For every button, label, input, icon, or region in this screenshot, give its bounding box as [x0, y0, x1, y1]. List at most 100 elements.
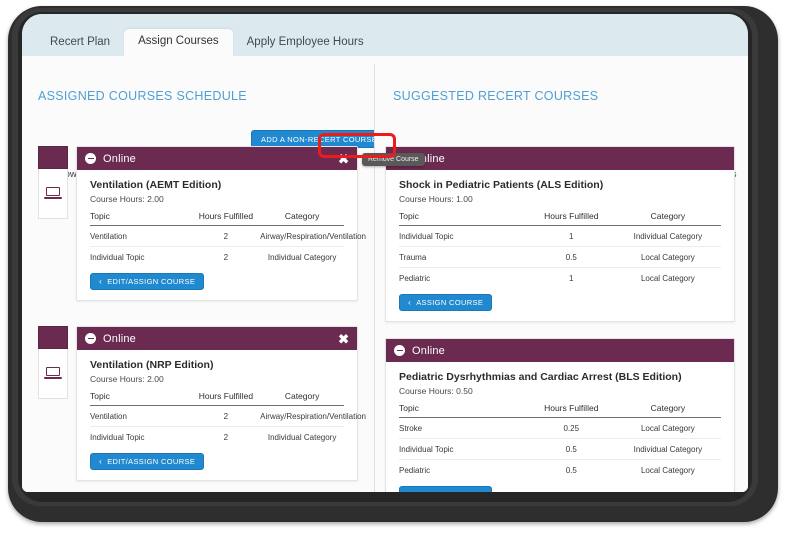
cell-topic: Ventilation — [90, 405, 192, 427]
col-hours-fulfilled: Hours Fulfilled — [527, 211, 615, 226]
cell-topic: Pediatric — [399, 274, 431, 283]
course-card: Online ✖ Ventilation (NRP Edition) Cours… — [76, 326, 366, 481]
course-card-body: Ventilation (NRP Edition) Course Hours: … — [77, 350, 366, 480]
suggested-courses-title: SUGGESTED RECERT COURSES — [393, 89, 599, 103]
collapse-minus-icon[interactable] — [394, 345, 405, 356]
cell-hours: 1 — [569, 274, 574, 283]
col-hours-fulfilled: Hours Fulfilled — [527, 403, 615, 418]
modality-rail-body — [38, 169, 68, 219]
cell-category: Airway/Respiration/Ventilation — [260, 225, 366, 247]
course-card-header: Online — [386, 339, 734, 362]
course-hours: Course Hours: 0.50 — [399, 386, 473, 396]
course-title: Ventilation (NRP Edition) — [90, 359, 214, 371]
cell-category: Individual Category — [267, 433, 337, 442]
cell-topic: Trauma — [399, 246, 528, 268]
topics-header-row: Topic Hours Fulfilled Category — [399, 211, 721, 226]
cell-topic: Pediatric — [399, 466, 431, 475]
col-category: Category — [614, 211, 721, 226]
remove-course-icon[interactable]: ✖ — [338, 152, 349, 165]
modality-rail — [38, 326, 68, 399]
cell-category: Airway/Respiration/Ventilation — [260, 405, 366, 427]
tab-bar: Recert Plan Assign Courses Apply Employe… — [22, 14, 748, 56]
cell-topic: Ventilation — [90, 225, 192, 247]
suggested-courses-pane: SUGGESTED RECERT COURSES Category: Local… — [375, 56, 748, 492]
tab-list: Recert Plan Assign Courses Apply Employe… — [36, 27, 378, 56]
topics-table: Topic Hours Fulfilled Category Ventilati… — [90, 391, 366, 448]
remove-course-tooltip: Remove Course — [362, 153, 425, 166]
tab-recert-plan[interactable]: Recert Plan — [36, 30, 124, 57]
cell-hours: 2 — [223, 433, 229, 442]
cell-hours: 0.5 — [527, 438, 615, 460]
modality-rail-header — [38, 146, 68, 169]
course-card-body: Pediatric Dysrhythmias and Cardiac Arres… — [386, 362, 734, 492]
modality-rail — [38, 146, 68, 219]
table-row: Pediatric 0.5 Local Category — [399, 460, 721, 481]
course-hours: Course Hours: 1.00 — [399, 194, 473, 204]
modality-rail-body — [38, 349, 68, 399]
cell-hours: 0.5 — [527, 246, 615, 268]
cell-hours: 2 — [223, 253, 229, 262]
course-title: Ventilation (AEMT Edition) — [90, 179, 222, 191]
assign-course-button[interactable]: ‹ ASSIGN COURSE — [399, 294, 493, 311]
collapse-minus-icon[interactable] — [85, 153, 96, 164]
edit-assign-course-button[interactable]: ‹ EDIT/ASSIGN COURSE — [90, 273, 205, 290]
cell-topic: Individual Topic — [90, 433, 145, 442]
assign-course-button[interactable]: ‹ ASSIGN COURSE — [399, 486, 493, 492]
course-card-header-title: Online — [103, 152, 136, 165]
course-hours: Course Hours: 2.00 — [90, 374, 164, 384]
cell-category: Local Category — [640, 466, 695, 475]
edit-assign-course-label: EDIT/ASSIGN COURSE — [107, 277, 196, 286]
table-row: Ventilation 2 Airway/Respiration/Ventila… — [90, 225, 366, 247]
edit-assign-course-label: EDIT/ASSIGN COURSE — [107, 457, 196, 466]
col-category: Category — [260, 211, 344, 226]
table-row: Individual Topic 2 Individual Category — [90, 427, 344, 448]
edit-assign-course-button[interactable]: ‹ EDIT/ASSIGN COURSE — [90, 453, 205, 470]
cell-topic: Individual Topic — [399, 225, 528, 247]
course-title: Pediatric Dysrhythmias and Cardiac Arres… — [399, 371, 682, 383]
chevron-left-icon: ‹ — [99, 456, 103, 467]
course-card-body: Shock in Pediatric Patients (ALS Edition… — [386, 170, 734, 321]
topics-header-row: Topic Hours Fulfilled Category — [90, 211, 344, 226]
course-card-header: Online ✖ — [77, 147, 357, 170]
tab-apply-employee-hours[interactable]: Apply Employee Hours — [233, 30, 378, 57]
laptop-icon — [44, 186, 62, 201]
topics-table: Topic Hours Fulfilled Category Ventilati… — [90, 211, 366, 268]
course-card: Online Pediatric Dysrhythmias and Cardia… — [385, 338, 735, 492]
course-title: Shock in Pediatric Patients (ALS Edition… — [399, 179, 604, 191]
cell-category: Local Category — [640, 274, 695, 283]
col-topic: Topic — [90, 211, 192, 226]
remove-course-icon[interactable]: ✖ — [338, 332, 349, 345]
cell-category: Individual Category — [267, 253, 337, 262]
cell-category: Individual Category — [614, 225, 721, 247]
collapse-minus-icon[interactable] — [85, 333, 96, 344]
cell-hours: 1 — [527, 225, 615, 247]
topics-header-row: Topic Hours Fulfilled Category — [90, 391, 344, 406]
col-topic: Topic — [90, 391, 192, 406]
cell-topic: Individual Topic — [399, 438, 528, 460]
table-row: Ventilation 2 Airway/Respiration/Ventila… — [90, 405, 366, 427]
topics-table: Topic Hours Fulfilled Category Individua… — [399, 211, 721, 288]
cell-category: Local Category — [614, 246, 721, 268]
table-row: Stroke 0.25 Local Category — [399, 417, 721, 439]
table-row: Pediatric 1 Local Category — [399, 268, 721, 289]
table-row: Individual Topic 2 Individual Category — [90, 247, 344, 268]
table-row: Individual Topic 1 Individual Category — [399, 225, 721, 247]
assigned-courses-title: ASSIGNED COURSES SCHEDULE — [38, 89, 247, 103]
table-row: Trauma 0.5 Local Category — [399, 246, 721, 268]
topics-header-row: Topic Hours Fulfilled Category — [399, 403, 721, 418]
assign-course-label: ASSIGN COURSE — [416, 298, 484, 307]
chevron-left-icon: ‹ — [408, 297, 412, 308]
cell-hours: 0.5 — [565, 466, 577, 475]
assigned-courses-pane: ASSIGNED COURSES SCHEDULE ADD A NON-RECE… — [22, 56, 374, 492]
tab-assign-courses[interactable]: Assign Courses — [124, 28, 233, 56]
col-category: Category — [614, 403, 721, 418]
course-card-header: Online ✖ — [77, 327, 357, 350]
course-card-body: Ventilation (AEMT Edition) Course Hours:… — [77, 170, 366, 300]
chevron-left-icon: ‹ — [99, 276, 103, 287]
cell-hours: 0.25 — [527, 417, 615, 439]
assign-course-label: ASSIGN COURSE — [416, 490, 483, 492]
laptop-icon — [44, 366, 62, 381]
cell-category: Local Category — [614, 417, 721, 439]
course-card-header-title: Online — [412, 344, 445, 357]
chevron-left-icon: ‹ — [408, 490, 411, 492]
